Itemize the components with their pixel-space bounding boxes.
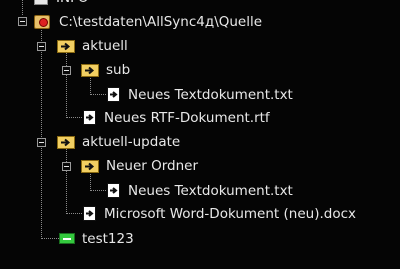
- file-arrow-icon: [107, 183, 120, 198]
- folder-arrow-icon: [57, 136, 75, 149]
- tree-node-file[interactable]: Microsoft Word-Dokument (neu).docx: [0, 203, 400, 225]
- file-arrow-icon: [83, 206, 96, 221]
- tree-node-info[interactable]: INFO: [20, 0, 140, 9]
- folder-arrow-icon: [57, 40, 75, 53]
- file-arrow-icon: [83, 110, 96, 125]
- drive-icon: [34, 15, 50, 29]
- tree-node-label: Neues Textdokument.txt: [128, 183, 293, 199]
- tree-node-label: C:\testdaten\AllSync4д\Quelle: [59, 14, 263, 30]
- tree-node-label: test123: [82, 231, 134, 247]
- tree-node-label: Microsoft Word-Dokument (neu).docx: [104, 206, 356, 222]
- tree-node-file[interactable]: Neues Textdokument.txt: [0, 84, 320, 106]
- tree-node-label: INFO: [56, 0, 88, 8]
- tree-node-label: Neues Textdokument.txt: [128, 87, 293, 103]
- file-arrow-icon: [107, 87, 120, 102]
- tree-node-test123[interactable]: test123: [0, 228, 200, 250]
- folder-arrow-icon: [81, 64, 99, 77]
- tree-node-sub[interactable]: sub: [0, 59, 200, 81]
- tree-node-label: aktuell: [82, 38, 128, 54]
- tree-node-file[interactable]: Neues Textdokument.txt: [0, 180, 320, 202]
- tree-node-label: aktuell-update: [82, 134, 181, 150]
- tree-node-neuer-ordner[interactable]: Neuer Ordner: [0, 155, 260, 177]
- info-icon: [34, 0, 48, 5]
- tree-node-label: Neuer Ordner: [106, 158, 199, 174]
- tree-node-label: Neues RTF-Dokument.rtf: [104, 110, 270, 126]
- tree-node-aktuell[interactable]: aktuell: [0, 35, 200, 57]
- tree-node-file[interactable]: Neues RTF-Dokument.rtf: [0, 107, 320, 129]
- green-minus-icon: [59, 233, 75, 244]
- folder-arrow-icon: [81, 160, 99, 173]
- tree-node-root[interactable]: C:\testdaten\AllSync4д\Quelle: [0, 11, 300, 33]
- tree-node-aktuell-update[interactable]: aktuell-update: [0, 131, 260, 153]
- tree-node-label: sub: [106, 62, 131, 78]
- file-tree: INFO C:\testdaten\AllSync4д\Quelle aktue…: [0, 0, 400, 269]
